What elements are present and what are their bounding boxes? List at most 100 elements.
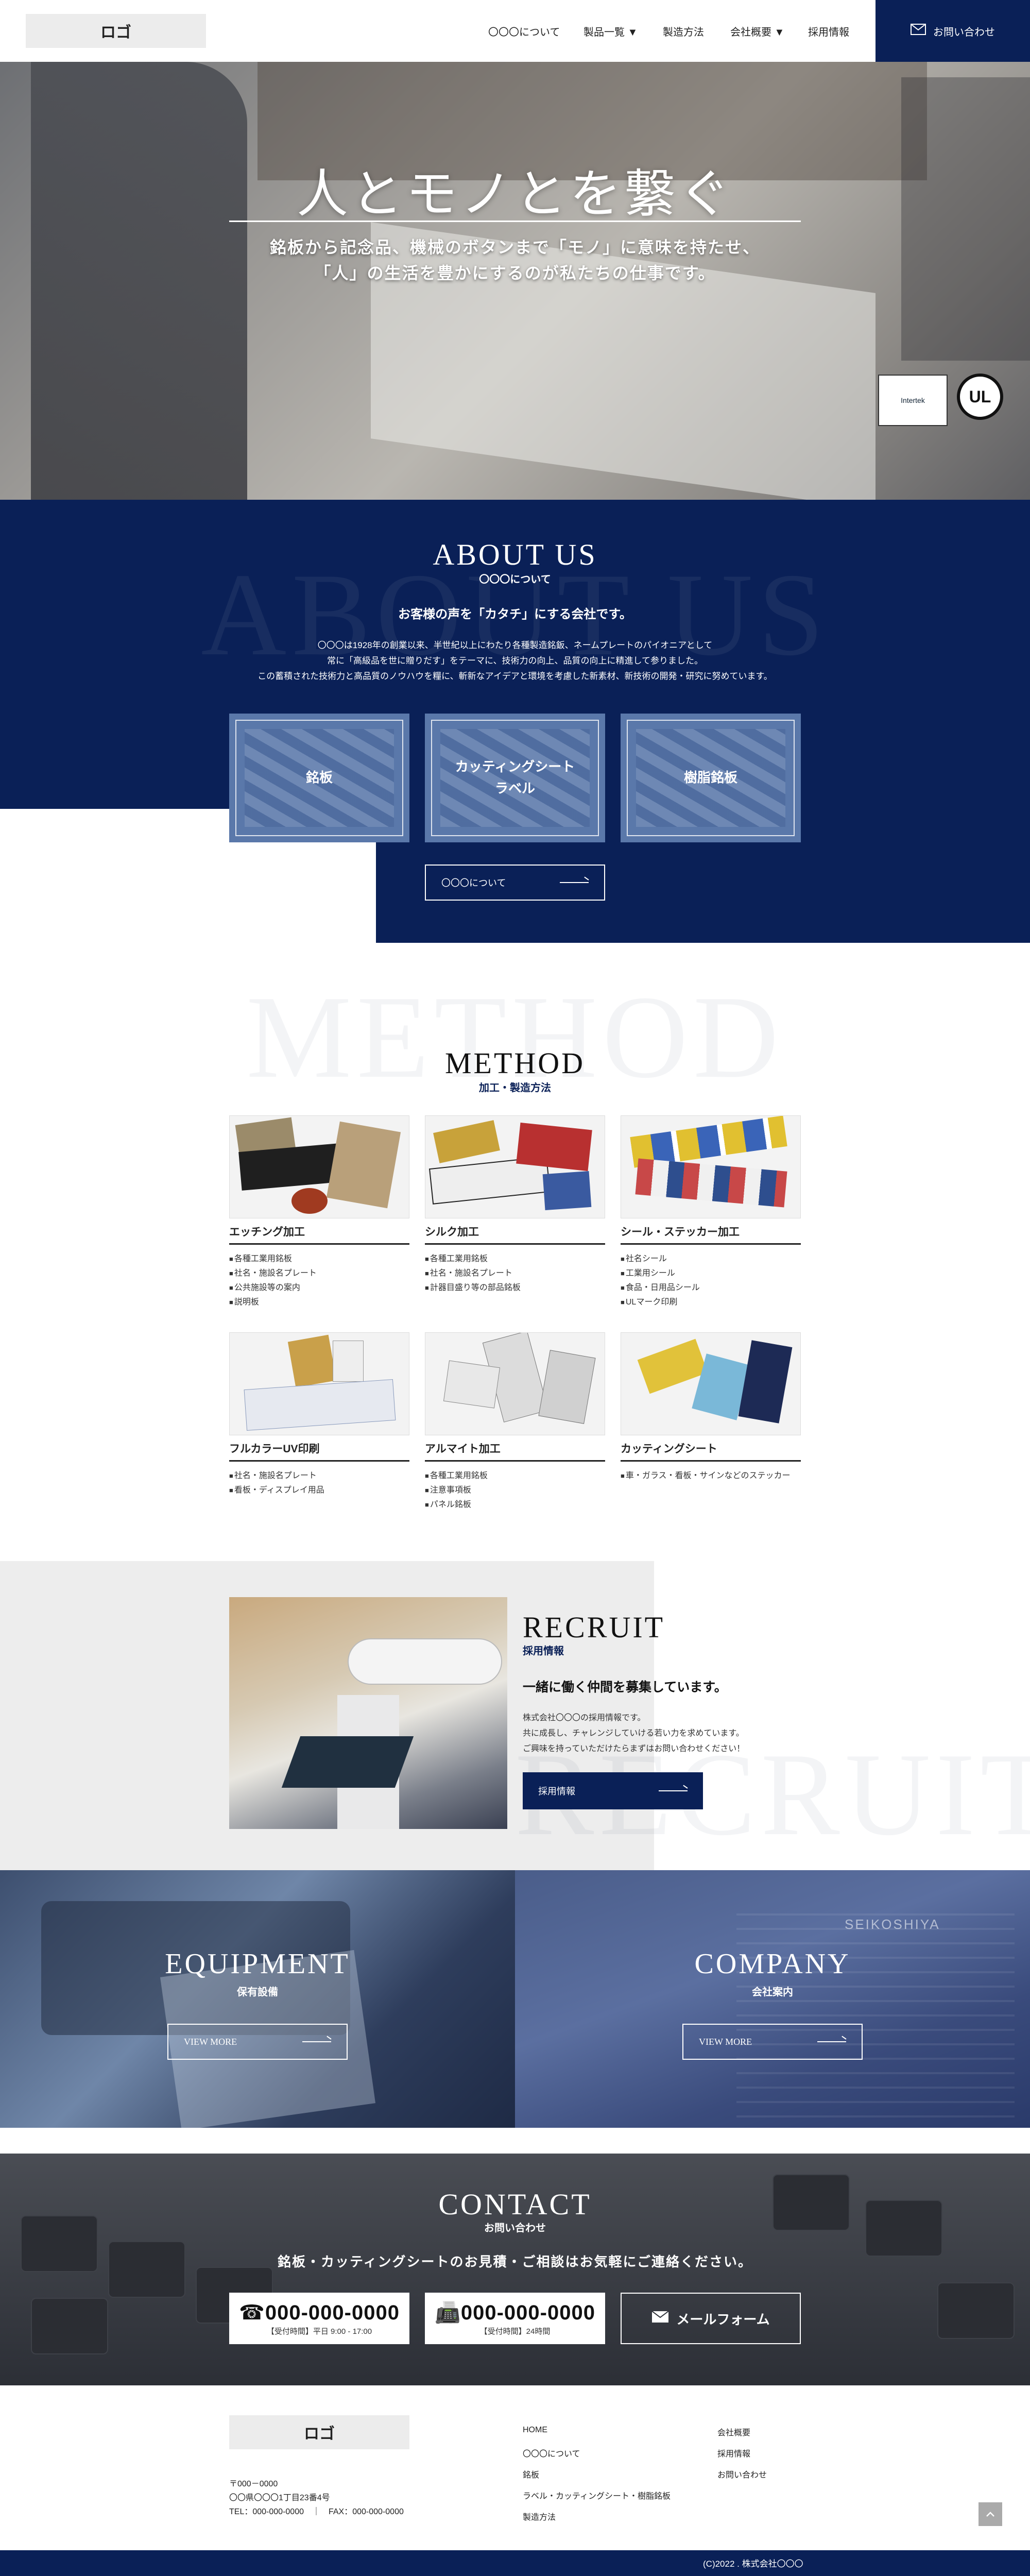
method-item-title: シルク加工 xyxy=(425,1224,605,1245)
method-item-title: シール・ステッカー加工 xyxy=(621,1224,801,1245)
method-item-title: フルカラーUV印刷 xyxy=(229,1440,409,1462)
about-card-label: カッティングシート ラベル xyxy=(455,759,575,796)
company-view-more-button[interactable]: VIEW MORE xyxy=(682,2024,863,2060)
contact-mail-form-label: メールフォーム xyxy=(676,2311,770,2327)
page-top-button[interactable] xyxy=(978,2502,1002,2526)
about-card-resin-nameplate[interactable]: 樹脂銘板 xyxy=(621,714,801,842)
about-text-2: 常に「高級品を世に贈りだす」をテーマに、技術力の向上、品質の向上に精進して参りま… xyxy=(327,656,703,666)
header-contact-button[interactable]: お問い合わせ xyxy=(876,0,1030,62)
recruit-button-label: 採用情報 xyxy=(538,1786,575,1797)
recruit-photo xyxy=(229,1597,507,1829)
footer-link-nameplate[interactable]: 銘板 xyxy=(523,2468,539,2480)
logo[interactable]: ロゴ xyxy=(26,14,206,48)
method-item-list-entry: 各種工業用銘板 xyxy=(229,1252,409,1266)
company-view-more-label: VIEW MORE xyxy=(699,2036,752,2047)
contact-mail-form-button[interactable]: メールフォーム xyxy=(621,2293,801,2344)
footer-link-home[interactable]: HOME xyxy=(523,2426,547,2435)
method-item-list-entry: 注意事項板 xyxy=(425,1483,605,1498)
company-building-bg xyxy=(736,1901,1015,2117)
method-item-etching[interactable]: エッチング加工 各種工業用銘板 社名・施設名プレート 公共施設等の案内 説明板 xyxy=(229,1115,409,1310)
footer-link-company[interactable]: 会社概要 xyxy=(717,2426,750,2438)
method-item-list-entry: 説明板 xyxy=(229,1295,409,1310)
mail-icon xyxy=(911,24,926,38)
contact-fax-box[interactable]: 📠000-000-0000 【受付時間】24時間 xyxy=(425,2293,605,2344)
header-contact-label: お問い合わせ xyxy=(933,26,995,38)
footer-link-label-cutting[interactable]: ラベル・カッティングシート・樹脂銘板 xyxy=(523,2489,671,2501)
hero-subtitle-2: 「人」の生活を豊かにするのが私たちの仕事です。 xyxy=(314,264,716,282)
recruit-lead: 一緒に働く仲間を募集しています。 xyxy=(523,1680,727,1694)
footer-link-contact[interactable]: お問い合わせ xyxy=(717,2468,767,2480)
contact-tel-number: ☎000-000-0000 xyxy=(239,2301,400,2324)
method-item-list-entry: 公共施設等の案内 xyxy=(229,1281,409,1295)
footer-logo[interactable]: ロゴ xyxy=(229,2415,409,2449)
recruit-text-2: 共に成長し、チャレンジしていける若い力を求めています。 xyxy=(523,1729,744,1738)
equipment-subtitle: 保有設備 xyxy=(237,1987,278,1998)
about-title: ABOUT US xyxy=(433,538,597,571)
about-card-cutting-sheet[interactable]: カッティングシート ラベル xyxy=(425,714,605,842)
recruit-subtitle: 採用情報 xyxy=(523,1646,564,1657)
about-more-button[interactable]: 〇〇〇について xyxy=(425,865,605,901)
footer-address: 〇〇県〇〇〇1丁目23番4号 xyxy=(229,2494,330,2502)
method-item-silk[interactable]: シルク加工 各種工業用銘板 社名・施設名プレート 計器目盛り等の部品銘板 xyxy=(425,1115,605,1295)
method-item-list: 各種工業用銘板 社名・施設名プレート 計器目盛り等の部品銘板 xyxy=(425,1252,605,1295)
about-text-1: 〇〇〇は1928年の創業以来、半世紀以上にわたり各種製造銘鈑、ネームプレートのパ… xyxy=(317,640,713,650)
recruit-photo-roll xyxy=(348,1638,502,1685)
method-item-sticker[interactable]: シール・ステッカー加工 社名シール 工業用シール 食品・日用品シール ULマーク… xyxy=(621,1115,801,1310)
footer-link-recruit[interactable]: 採用情報 xyxy=(717,2447,750,2459)
intertek-certification-badge: Intertek xyxy=(878,375,948,426)
chevron-up-icon xyxy=(986,2509,995,2520)
about-text-3: この蓄積された技術力と高品質のノウハウを糧に、斬新なアイデアと環境を考慮した新素… xyxy=(258,671,772,681)
keyboard-key-bg xyxy=(31,2298,108,2354)
recruit-button[interactable]: 採用情報 xyxy=(523,1772,703,1809)
method-item-list-entry: 社名・施設名プレート xyxy=(425,1266,605,1281)
nav-products[interactable]: 製品一覧 ▼ xyxy=(583,24,638,39)
nav-recruit[interactable]: 採用情報 xyxy=(808,24,849,39)
sticker-image xyxy=(621,1115,801,1218)
contact-subtitle: お問い合わせ xyxy=(484,2223,546,2234)
method-item-list-entry: 各種工業用銘板 xyxy=(425,1252,605,1266)
footer-postal-code: 〒000－0000 xyxy=(229,2480,278,2488)
method-item-title: カッティングシート xyxy=(621,1440,801,1462)
method-title: METHOD xyxy=(444,1046,586,1080)
silk-image xyxy=(425,1115,605,1218)
about-lead: お客様の声を「カタチ」にする会社です。 xyxy=(398,607,632,621)
method-item-alumite[interactable]: アルマイト加工 各種工業用銘板 注意事項板 パネル銘板 xyxy=(425,1332,605,1512)
method-item-list-entry: ULマーク印刷 xyxy=(621,1295,801,1310)
alumite-image xyxy=(425,1332,605,1435)
method-item-list: 各種工業用銘板 注意事項板 パネル銘板 xyxy=(425,1469,605,1512)
about-subtitle: 〇〇〇について xyxy=(479,574,551,585)
method-item-title: アルマイト加工 xyxy=(425,1440,605,1462)
contact-title: CONTACT xyxy=(438,2188,592,2221)
ul-certification-badge: UL xyxy=(957,374,1003,420)
company-panel[interactable]: SEIKOSHIYA COMPANY 会社案内 VIEW MORE xyxy=(515,1870,1030,2128)
method-item-uv-print[interactable]: フルカラーUV印刷 社名・施設名プレート 看板・ディスプレイ用品 xyxy=(229,1332,409,1498)
method-subtitle: 加工・製造方法 xyxy=(479,1082,551,1094)
nav-about[interactable]: 〇〇〇について xyxy=(488,24,560,39)
equipment-panel[interactable]: EQUIPMENT 保有設備 VIEW MORE xyxy=(0,1870,515,2128)
equipment-view-more-button[interactable]: VIEW MORE xyxy=(167,2024,348,2060)
keyboard-key-bg xyxy=(937,2282,1015,2339)
uv-print-image xyxy=(229,1332,409,1435)
method-item-list-entry: 社名シール xyxy=(621,1252,801,1266)
hero-title: 人とモノとを繋ぐ xyxy=(297,166,733,223)
method-item-list: 各種工業用銘板 社名・施設名プレート 公共施設等の案内 説明板 xyxy=(229,1252,409,1310)
footer-link-about[interactable]: 〇〇〇について xyxy=(523,2447,580,2459)
arrow-right-icon xyxy=(659,1790,688,1791)
about-card-nameplate[interactable]: 銘板 xyxy=(229,714,409,842)
contact-tel-hours: 【受付時間】平日 9:00 - 17:00 xyxy=(266,2327,372,2336)
nav-company[interactable]: 会社概要 ▼ xyxy=(730,24,784,39)
footer-tel-fax: TEL：000-000-0000 ｜ FAX：000-000-0000 xyxy=(229,2507,404,2516)
nav-method[interactable]: 製造方法 xyxy=(663,24,704,39)
contact-tel-box[interactable]: ☎000-000-0000 【受付時間】平日 9:00 - 17:00 xyxy=(229,2293,409,2344)
method-item-list: 社名シール 工業用シール 食品・日用品シール ULマーク印刷 xyxy=(621,1252,801,1310)
contact-fax-hours: 【受付時間】24時間 xyxy=(479,2327,551,2336)
cutting-sheet-method-image xyxy=(621,1332,801,1435)
method-item-cutting-sheet[interactable]: カッティングシート 車・ガラス・看板・サインなどのステッカー xyxy=(621,1332,801,1483)
footer-link-method[interactable]: 製造方法 xyxy=(523,2510,556,2522)
method-item-list-entry: 各種工業用銘板 xyxy=(425,1469,605,1483)
contact-lead: 銘板・カッティングシートのお見積・ご相談はお気軽にご連絡ください。 xyxy=(278,2254,752,2269)
method-item-list: 社名・施設名プレート 看板・ディスプレイ用品 xyxy=(229,1469,409,1498)
method-item-list-entry: 社名・施設名プレート xyxy=(229,1266,409,1281)
method-item-list-entry: 看板・ディスプレイ用品 xyxy=(229,1483,409,1498)
method-item-list-entry: 食品・日用品シール xyxy=(621,1281,801,1295)
